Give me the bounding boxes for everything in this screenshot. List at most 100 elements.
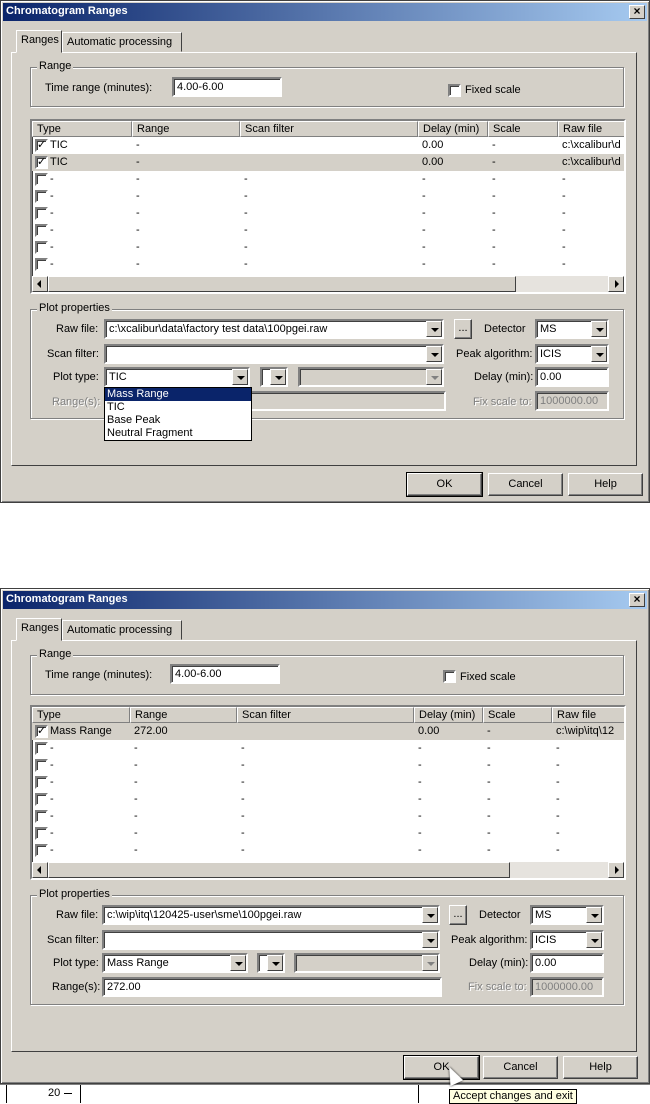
table-row[interactable]: ✓ TIC - 0.00 - c:\xcalibur\d — [32, 137, 624, 154]
table-row[interactable]: ------ — [32, 808, 624, 825]
row-checkbox[interactable] — [35, 258, 48, 271]
row-checkbox[interactable] — [35, 776, 48, 789]
plot-type-combo[interactable]: Mass Range — [102, 953, 248, 973]
row-checkbox[interactable] — [35, 793, 48, 806]
table-row[interactable]: ------ — [32, 842, 624, 859]
table-row[interactable]: ------ — [32, 256, 624, 273]
scan-filter-dropdown-button[interactable] — [422, 932, 438, 948]
peak-algorithm-dropdown-button[interactable] — [591, 346, 607, 362]
help-button[interactable]: Help — [563, 1056, 638, 1079]
col-delay[interactable]: Delay (min) — [418, 121, 488, 137]
chromatogram-list[interactable]: Type Range Scan filter Delay (min) Scale… — [30, 119, 626, 294]
col-scan-filter[interactable]: Scan filter — [240, 121, 418, 137]
col-raw-file[interactable]: Raw file — [558, 121, 624, 137]
plot-subtype-dropdown-button[interactable] — [267, 955, 283, 971]
detector-dropdown-button[interactable] — [586, 907, 602, 923]
row-checkbox[interactable] — [35, 224, 48, 237]
scroll-right-button[interactable] — [608, 276, 624, 292]
row-checkbox[interactable]: ✓ — [35, 139, 48, 152]
col-scan-filter[interactable]: Scan filter — [237, 707, 414, 723]
col-raw-file[interactable]: Raw file — [552, 707, 624, 723]
row-checkbox[interactable] — [35, 810, 48, 823]
ok-button[interactable]: OK — [406, 472, 483, 497]
row-checkbox[interactable] — [35, 844, 48, 857]
raw-file-dropdown-button[interactable] — [422, 907, 438, 923]
tab-ranges[interactable]: Ranges — [16, 618, 62, 641]
raw-file-dropdown-button[interactable] — [426, 321, 442, 337]
table-row[interactable]: ------ — [32, 825, 624, 842]
scroll-thumb[interactable] — [48, 862, 510, 878]
table-row[interactable]: ------ — [32, 188, 624, 205]
table-row[interactable]: ------ — [32, 740, 624, 757]
table-row[interactable]: ------ — [32, 757, 624, 774]
col-type[interactable]: Type — [32, 121, 132, 137]
ranges-input[interactable]: 272.00 — [102, 977, 442, 997]
plot-type-combo[interactable]: TIC — [104, 367, 250, 387]
tab-automatic-processing[interactable]: Automatic processing — [62, 620, 182, 640]
tab-automatic-processing[interactable]: Automatic processing — [62, 32, 182, 52]
time-range-input[interactable]: 4.00-6.00 — [172, 77, 282, 97]
horizontal-scrollbar[interactable] — [32, 276, 624, 292]
table-row[interactable]: ✓ Mass Range 272.00 0.00 - c:\wip\itq\12 — [32, 723, 624, 740]
fixed-scale-checkbox[interactable] — [443, 670, 456, 683]
peak-algorithm-combo[interactable]: ICIS — [530, 930, 604, 950]
col-range[interactable]: Range — [132, 121, 240, 137]
plot-type-option-tic[interactable]: TIC — [105, 401, 251, 414]
ok-button[interactable]: OK — [403, 1055, 480, 1080]
time-range-input[interactable]: 4.00-6.00 — [170, 664, 280, 684]
delay-input[interactable]: 0.00 — [535, 367, 609, 387]
plot-subtype-combo[interactable] — [260, 367, 288, 387]
plot-type-dropdown-list[interactable]: Mass Range TIC Base Peak Neutral Fragmen… — [104, 387, 252, 441]
col-delay[interactable]: Delay (min) — [414, 707, 483, 723]
browse-button[interactable]: ... — [449, 905, 467, 925]
tab-ranges[interactable]: Ranges — [16, 30, 62, 53]
delay-input[interactable]: 0.00 — [530, 953, 604, 973]
plot-type-option-base-peak[interactable]: Base Peak — [105, 414, 251, 427]
scan-filter-dropdown-button[interactable] — [426, 346, 442, 362]
chromatogram-list[interactable]: Type Range Scan filter Delay (min) Scale… — [30, 705, 626, 880]
row-checkbox[interactable] — [35, 207, 48, 220]
peak-algorithm-combo[interactable]: ICIS — [535, 344, 609, 364]
cancel-button[interactable]: Cancel — [483, 1056, 558, 1079]
table-row[interactable]: ------ — [32, 239, 624, 256]
row-checkbox[interactable]: ✓ — [35, 725, 48, 738]
table-row[interactable]: ------ — [32, 791, 624, 808]
col-range[interactable]: Range — [130, 707, 237, 723]
plot-type-dropdown-button[interactable] — [230, 955, 246, 971]
row-checkbox[interactable] — [35, 241, 48, 254]
plot-type-dropdown-button[interactable] — [232, 369, 248, 385]
fixed-scale-checkbox[interactable] — [448, 84, 461, 97]
row-checkbox[interactable]: ✓ — [35, 156, 48, 169]
row-checkbox[interactable] — [35, 827, 48, 840]
table-row[interactable]: ✓ TIC - 0.00 - c:\xcalibur\d — [32, 154, 624, 171]
detector-dropdown-button[interactable] — [591, 321, 607, 337]
horizontal-scrollbar[interactable] — [32, 862, 624, 878]
table-row[interactable]: ------ — [32, 774, 624, 791]
close-icon[interactable]: × — [629, 593, 645, 607]
scroll-right-button[interactable] — [608, 862, 624, 878]
row-checkbox[interactable] — [35, 742, 48, 755]
raw-file-combo[interactable]: c:\xcalibur\data\factory test data\100pg… — [104, 319, 444, 339]
detector-combo[interactable]: MS — [530, 905, 604, 925]
scroll-thumb[interactable] — [48, 276, 516, 292]
col-scale[interactable]: Scale — [483, 707, 552, 723]
scroll-left-button[interactable] — [32, 276, 48, 292]
row-checkbox[interactable] — [35, 173, 48, 186]
col-scale[interactable]: Scale — [488, 121, 558, 137]
scroll-left-button[interactable] — [32, 862, 48, 878]
detector-combo[interactable]: MS — [535, 319, 609, 339]
plot-subtype-dropdown-button[interactable] — [270, 369, 286, 385]
row-checkbox[interactable] — [35, 759, 48, 772]
plot-subtype-combo[interactable] — [257, 953, 285, 973]
browse-button[interactable]: ... — [454, 319, 472, 339]
scan-filter-combo[interactable] — [102, 930, 440, 950]
close-icon[interactable]: × — [629, 5, 645, 19]
peak-algorithm-dropdown-button[interactable] — [586, 932, 602, 948]
scan-filter-combo[interactable] — [104, 344, 444, 364]
row-checkbox[interactable] — [35, 190, 48, 203]
table-row[interactable]: ------ — [32, 222, 624, 239]
col-type[interactable]: Type — [32, 707, 130, 723]
raw-file-combo[interactable]: c:\wip\itq\120425-user\sme\100pgei.raw — [102, 905, 440, 925]
cancel-button[interactable]: Cancel — [488, 473, 563, 496]
plot-type-option-neutral-fragment[interactable]: Neutral Fragment — [105, 427, 251, 440]
